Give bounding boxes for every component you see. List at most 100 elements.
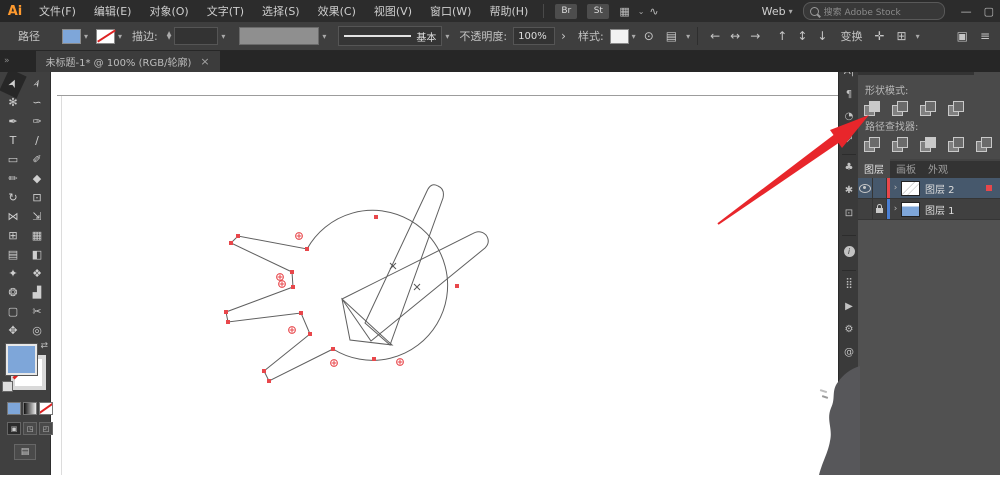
draw-normal-icon[interactable]: ▣	[7, 422, 21, 435]
chevron-down-icon[interactable]: ▾	[221, 32, 225, 41]
stroke-weight-stepper[interactable]: ▲ ▼	[167, 31, 172, 41]
menu-object[interactable]: 对象(O)	[140, 3, 197, 19]
free-transform-tool-icon[interactable]: ⇲	[25, 207, 49, 226]
align-bottom-icon[interactable]: ↓	[817, 29, 827, 43]
layer-name[interactable]: 图层 2	[925, 181, 986, 196]
hand-tool-icon[interactable]: ✥	[1, 321, 25, 340]
outline-icon[interactable]	[976, 137, 993, 152]
curvature-tool-icon[interactable]: ✑	[25, 112, 49, 131]
disclosure-icon[interactable]: ›	[890, 204, 901, 214]
selected-art-indicator[interactable]	[986, 185, 992, 191]
paintbrush-tool-icon[interactable]: ✐	[25, 150, 49, 169]
transparency-panel-icon[interactable]: ⣿	[839, 278, 859, 289]
crop-icon[interactable]	[948, 137, 965, 152]
tab-appearance[interactable]: 外观	[922, 159, 954, 178]
visibility-toggle[interactable]	[858, 199, 873, 219]
bridge-button[interactable]: Br	[555, 3, 578, 19]
mesh-tool-icon[interactable]: ▤	[1, 245, 25, 264]
layer-thumbnail[interactable]	[901, 201, 920, 217]
paragraph-panel-icon[interactable]: ¶	[839, 89, 859, 100]
stock-button[interactable]: St	[587, 3, 610, 19]
unite-icon[interactable]	[864, 101, 881, 116]
symbols-panel-icon[interactable]: ♣	[839, 162, 859, 173]
recolor-artwork-icon[interactable]: ⊙	[644, 29, 654, 43]
close-icon[interactable]: ×	[200, 55, 209, 68]
draw-behind-icon[interactable]: ◳	[23, 422, 37, 435]
layer-row[interactable]: › 图层 1	[858, 199, 1000, 220]
chevron-down-icon[interactable]: ▾	[916, 32, 920, 41]
align-top-icon[interactable]: ↑	[777, 29, 787, 43]
menu-window[interactable]: 窗口(W)	[421, 3, 480, 19]
opacity-field[interactable]: 100%	[513, 27, 556, 45]
document-setup-icon[interactable]: ▤	[666, 29, 677, 43]
artboard-tool-icon[interactable]: ▢	[1, 302, 25, 321]
menu-edit[interactable]: 编辑(E)	[85, 3, 141, 19]
chevron-down-icon[interactable]: ▾	[445, 32, 449, 41]
brushes-panel-icon[interactable]: ✱	[839, 185, 859, 196]
layer-row[interactable]: › 图层 2	[858, 178, 1000, 199]
restore-window-button[interactable]: ▢	[984, 5, 994, 18]
fill-proxy-swatch[interactable]	[5, 343, 38, 376]
menu-view[interactable]: 视图(V)	[365, 3, 421, 19]
color-button[interactable]	[7, 402, 21, 415]
eyedropper-tool-icon[interactable]: ✦	[1, 264, 25, 283]
width-tool-icon[interactable]: ⋈	[1, 207, 25, 226]
pen-tool-icon[interactable]: ✒	[1, 112, 25, 131]
gpu-performance-icon[interactable]: ∿	[649, 5, 658, 18]
rectangle-tool-icon[interactable]: ▭	[1, 150, 25, 169]
control-panel-menu-icon[interactable]: ≡	[980, 29, 990, 43]
lock-toggle[interactable]	[873, 199, 887, 219]
preferences-panel-icon[interactable]: ⚙	[839, 324, 859, 335]
shaper-tool-icon[interactable]: ✏	[1, 169, 25, 188]
chevron-down-icon[interactable]: ▾	[632, 32, 636, 41]
chevron-down-icon[interactable]: ⌄	[638, 7, 645, 16]
blend-tool-icon[interactable]: ❖	[25, 264, 49, 283]
rotate-tool-icon[interactable]: ↻	[1, 188, 25, 207]
stroke-panel-icon[interactable]: ◔	[839, 111, 859, 122]
minimize-button[interactable]: —	[961, 5, 972, 18]
exclude-icon[interactable]	[948, 101, 965, 116]
actions-panel-icon[interactable]: ▶	[839, 301, 859, 312]
stroke-color-swatch[interactable]	[96, 28, 116, 44]
cc-libraries-panel-icon[interactable]: @	[839, 347, 859, 358]
none-button[interactable]	[39, 402, 53, 415]
disclosure-icon[interactable]: ›	[890, 183, 901, 193]
tab-overflow-icon[interactable]: »	[4, 56, 10, 66]
type-tool-icon[interactable]: T	[1, 131, 25, 150]
brush-definition-dropdown[interactable]: 基本	[338, 26, 443, 46]
layer-thumbnail[interactable]	[901, 180, 920, 196]
fill-color-swatch[interactable]	[62, 28, 81, 44]
menu-effect[interactable]: 效果(C)	[309, 3, 365, 19]
triangle-shape-3[interactable]	[341, 297, 394, 346]
screen-mode-button[interactable]: ▤	[14, 444, 36, 460]
trim-icon[interactable]	[892, 137, 909, 152]
draw-inside-icon[interactable]: ◰	[39, 422, 53, 435]
default-fill-stroke-icon[interactable]	[2, 381, 13, 392]
scale-tool-icon[interactable]: ⊡	[25, 188, 49, 207]
info-panel-icon[interactable]: i	[839, 246, 859, 257]
layer-name[interactable]: 图层 1	[925, 202, 1000, 217]
align-center-horizontal-icon[interactable]: ↔	[730, 29, 740, 43]
menu-file[interactable]: 文件(F)	[30, 3, 85, 19]
menu-help[interactable]: 帮助(H)	[480, 3, 537, 19]
perspective-grid-tool-icon[interactable]: ▦	[25, 226, 49, 245]
chevron-down-icon[interactable]: ▾	[686, 32, 690, 41]
tab-artboards[interactable]: 画板	[890, 159, 922, 178]
merge-icon[interactable]	[920, 137, 937, 152]
transform-button[interactable]: 变换	[840, 28, 862, 44]
gradient-tool-icon[interactable]: ◧	[25, 245, 49, 264]
align-left-icon[interactable]: ←	[710, 29, 720, 43]
triangle-shape-1[interactable]	[364, 184, 444, 346]
swap-fill-stroke-icon[interactable]: ⇄	[40, 341, 48, 351]
symbol-sprayer-tool-icon[interactable]: ❂	[1, 283, 25, 302]
divide-icon[interactable]	[864, 137, 881, 152]
lock-toggle[interactable]	[873, 178, 887, 198]
canvas[interactable]	[50, 72, 838, 475]
triangle-shape-2[interactable]	[341, 231, 489, 342]
workspace-panel-icon[interactable]: ▣	[957, 29, 968, 43]
zoom-tool-icon[interactable]: ◎	[25, 321, 49, 340]
stroke-weight-field[interactable]	[174, 27, 219, 45]
eraser-tool-icon[interactable]: ◆	[25, 169, 49, 188]
menu-type[interactable]: 文字(T)	[198, 3, 253, 19]
stock-search-input[interactable]: 搜索 Adobe Stock	[802, 2, 945, 20]
